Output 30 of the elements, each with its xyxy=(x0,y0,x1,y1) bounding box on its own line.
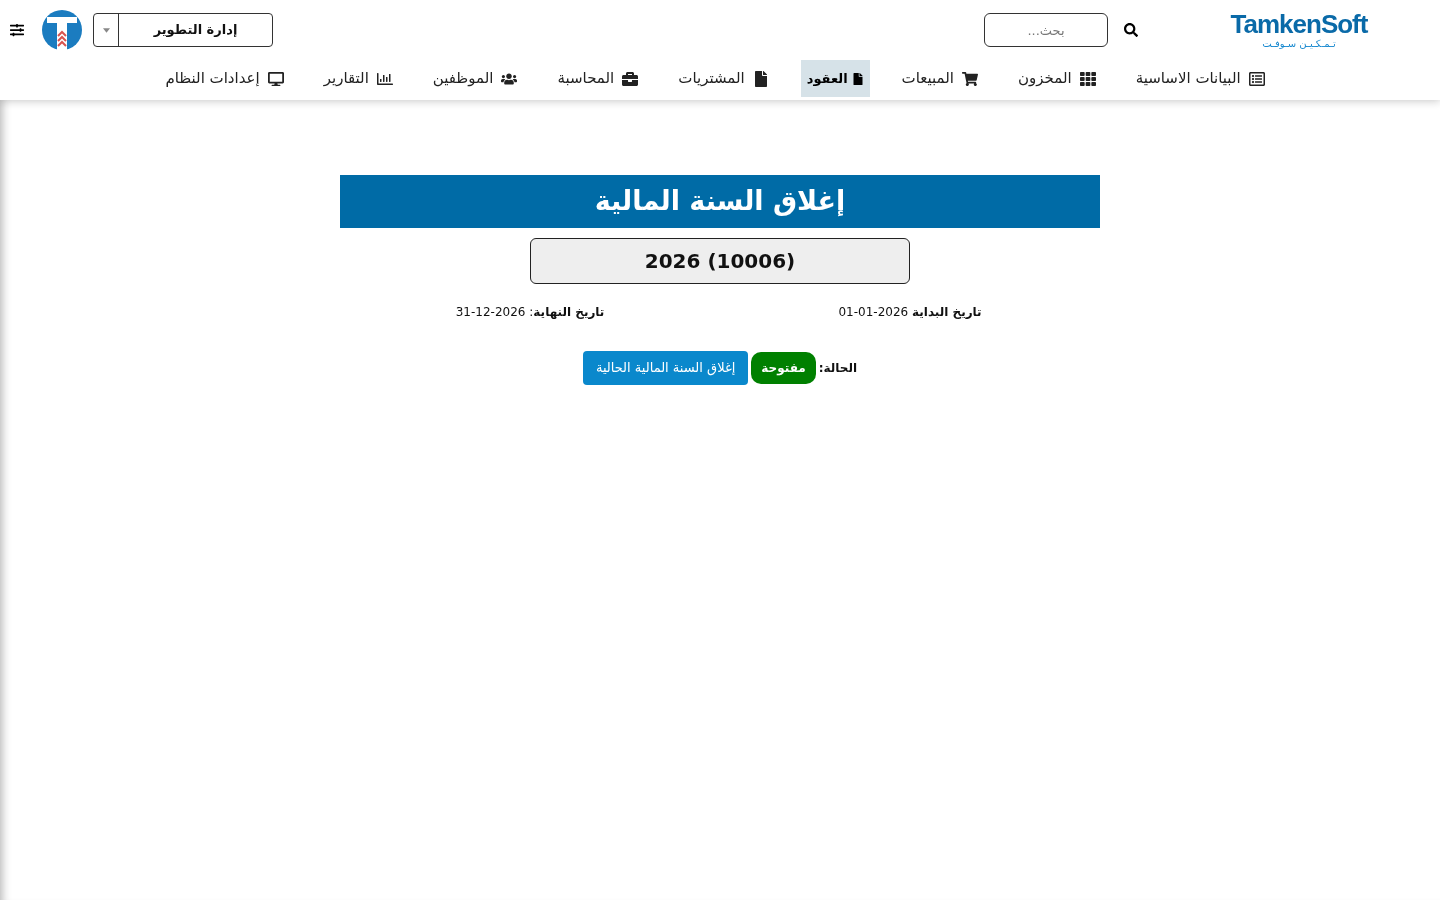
logo-icon xyxy=(42,10,82,50)
briefcase-icon xyxy=(622,70,639,87)
close-year-button[interactable]: إغلاق السنة المالية الحالية xyxy=(582,351,749,385)
nav-link[interactable]: المبيعات xyxy=(901,67,978,90)
file-icon xyxy=(851,72,864,85)
status-label: الحالة: xyxy=(818,360,858,377)
status-badge: مفتوحة xyxy=(751,352,816,384)
search-field[interactable]: بحث... xyxy=(984,13,1108,47)
nav-link[interactable]: المحاسبة xyxy=(557,67,639,90)
grid-icon xyxy=(1079,70,1096,87)
nav-link[interactable]: المشتريات xyxy=(678,67,769,90)
bar-chart-icon xyxy=(376,70,393,87)
department-select[interactable]: إدارة التطوير xyxy=(93,13,273,47)
monitor-icon xyxy=(267,70,284,87)
list-icon xyxy=(1248,70,1265,87)
nav-link[interactable]: الموظفين xyxy=(432,67,518,90)
fiscal-year-box: 2026 (10006) xyxy=(530,238,910,284)
sliders-icon[interactable] xyxy=(10,23,24,37)
nav-link[interactable]: المخزون xyxy=(1018,67,1096,90)
file-icon xyxy=(752,70,769,87)
nav-link[interactable]: العقود xyxy=(800,60,870,97)
nav-link[interactable]: إعدادات النظام xyxy=(165,67,284,90)
brand-name[interactable]: TamkenSoft xyxy=(1230,10,1368,38)
dropdown-caret-icon xyxy=(102,27,110,33)
search-icon[interactable] xyxy=(1124,23,1138,37)
nav-link[interactable]: التقارير xyxy=(323,67,393,90)
page-title: إغلاق السنة المالية xyxy=(340,175,1100,228)
nav-link[interactable]: البيانات الاساسية xyxy=(1135,67,1265,90)
brand-tagline: تـمـكـيـن سـوفـت xyxy=(1262,38,1336,50)
cart-icon xyxy=(962,70,978,87)
